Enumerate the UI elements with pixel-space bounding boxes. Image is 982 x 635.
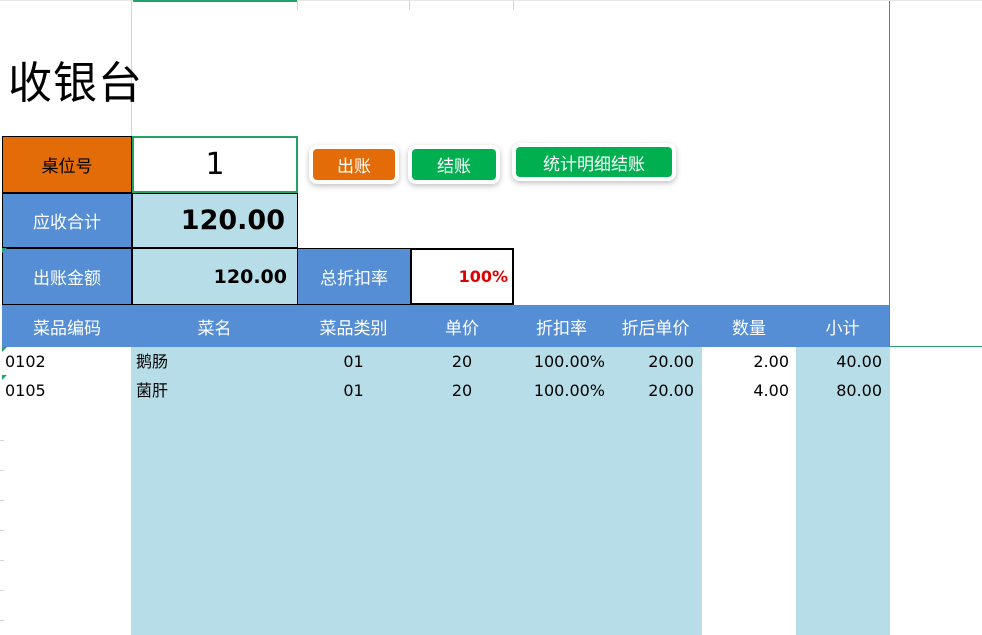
dish-code[interactable]: 0102 <box>5 352 46 372</box>
discount-rate[interactable]: 100.00% <box>514 352 605 372</box>
grid-line <box>889 347 890 635</box>
stats-settle-button[interactable]: 统计明细结账 <box>516 147 672 177</box>
subtotal[interactable]: 40.00 <box>796 352 882 372</box>
grid-line <box>0 440 4 441</box>
dish-code[interactable]: 0105 <box>5 381 46 401</box>
dish-category[interactable]: 01 <box>297 352 410 372</box>
unit-price[interactable]: 20 <box>410 381 514 401</box>
checkout-amount-label: 出账金额 <box>2 248 132 305</box>
grid-line <box>513 0 514 10</box>
grid-line <box>0 500 4 501</box>
grid-line <box>0 560 4 561</box>
discount-label: 总折扣率 <box>297 248 411 305</box>
grid-line <box>889 346 982 347</box>
column-header: 折后单价 <box>621 318 690 339</box>
cell-marker <box>2 248 7 253</box>
page-title: 收银台 <box>8 58 143 109</box>
dish-category[interactable]: 01 <box>297 381 410 401</box>
dish-name[interactable]: 菌肝 <box>136 381 168 401</box>
quantity[interactable]: 2.00 <box>702 352 789 372</box>
grid-line <box>297 0 298 10</box>
column-header: 菜名 <box>197 318 232 339</box>
quantity[interactable]: 4.00 <box>702 381 789 401</box>
checkout-button[interactable]: 出账 <box>313 149 395 180</box>
discount-value: 100% <box>410 248 514 305</box>
column-header: 菜品编码 <box>33 318 101 339</box>
discounted-price[interactable]: 20.00 <box>609 381 694 401</box>
subtotal[interactable]: 80.00 <box>796 381 882 401</box>
cell-marker <box>2 375 7 380</box>
column-header: 小计 <box>825 318 860 339</box>
dish-name[interactable]: 鹅肠 <box>136 352 168 372</box>
unit-price[interactable]: 20 <box>410 352 514 372</box>
grid-line <box>889 0 890 348</box>
settle-button[interactable]: 结账 <box>412 149 496 180</box>
column-header: 单价 <box>445 318 479 339</box>
receivable-value: 120.00 <box>132 193 298 248</box>
grid-line <box>0 530 4 531</box>
table-number-label: 桌位号 <box>2 136 132 193</box>
discount-rate[interactable]: 100.00% <box>514 381 605 401</box>
column-header: 折扣率 <box>536 318 587 339</box>
grid-line <box>0 470 4 471</box>
column-header: 菜品类别 <box>319 318 388 339</box>
table-number-input[interactable]: 1 <box>132 136 298 193</box>
column-header: 数量 <box>732 318 766 339</box>
grid-line <box>0 590 4 591</box>
receivable-label: 应收合计 <box>2 193 132 248</box>
checkout-amount-value: 120.00 <box>132 248 298 305</box>
discounted-price[interactable]: 20.00 <box>609 352 694 372</box>
selected-column-indicator <box>133 0 297 2</box>
grid-line <box>0 620 4 621</box>
grid-line <box>409 0 410 10</box>
